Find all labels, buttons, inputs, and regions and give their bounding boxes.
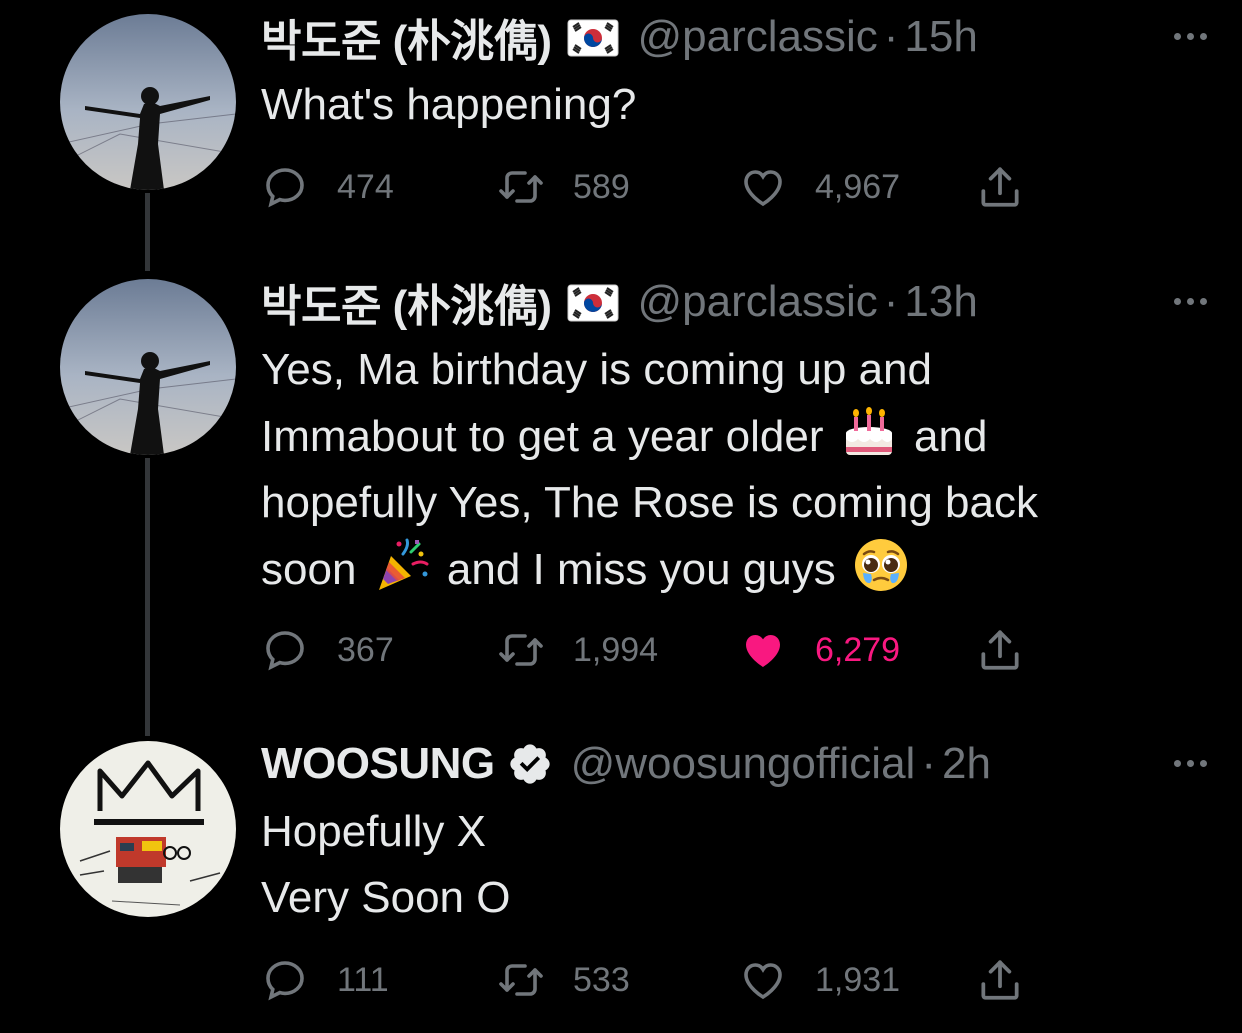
share-icon[interactable] xyxy=(975,162,1025,212)
heart-filled-icon xyxy=(746,635,780,667)
like-button[interactable]: 4,967 xyxy=(739,162,900,212)
separator-dot: · xyxy=(921,739,936,788)
retweet-count: 533 xyxy=(573,960,630,999)
action-bar: 111 533 1,931 xyxy=(261,955,1061,1005)
like-button[interactable]: 6,279 xyxy=(739,625,900,675)
tweet-text: Yes, Ma birthday is coming up and Immabo… xyxy=(261,337,1201,603)
reply-icon xyxy=(266,631,304,671)
display-name[interactable]: 박도준 (朴洮儁) xyxy=(261,270,552,334)
heart-icon xyxy=(744,170,782,207)
tweet-text-segment: Immabout to get a year older xyxy=(261,412,824,461)
verified-badge-icon xyxy=(507,741,553,787)
tweet[interactable]: WOOSUNG @woosungofficial · 2h Hopefully … xyxy=(0,727,1242,1027)
reply-icon xyxy=(266,168,304,208)
tweet-header: WOOSUNG @woosungofficial · 2h xyxy=(261,739,1202,789)
timestamp[interactable]: 2h xyxy=(942,739,991,789)
south-korea-flag-icon xyxy=(567,283,619,322)
like-count: 6,279 xyxy=(815,630,901,669)
reply-button[interactable]: 474 xyxy=(261,162,394,212)
share-icon[interactable] xyxy=(975,625,1025,675)
avatar[interactable] xyxy=(60,741,236,917)
action-bar: 367 1,994 6,279 xyxy=(261,625,1061,675)
tweet-text-line: Yes, Ma birthday is coming up and xyxy=(261,345,932,394)
retweet-count: 1,994 xyxy=(573,630,659,669)
separator-dot: · xyxy=(883,277,899,326)
reply-count: 111 xyxy=(337,960,389,999)
separator-dot: · xyxy=(883,12,899,61)
tweet[interactable]: 박도준 (朴洮儁) @parclassic · 13h Yes, Ma birt… xyxy=(0,265,1242,705)
heart-icon xyxy=(744,963,782,1000)
retweet-icon xyxy=(499,964,543,996)
tweet-text-line: Hopefully X xyxy=(261,807,487,856)
tweet-text-line: What's happening? xyxy=(261,80,637,129)
like-count: 4,967 xyxy=(815,167,901,206)
tweet-text-segment: and xyxy=(914,412,988,461)
tweet-text-line: Immabout to get a year older and xyxy=(261,403,1201,470)
tweet-text-line: Very Soon O xyxy=(261,873,511,922)
like-count: 1,931 xyxy=(815,960,901,999)
handle[interactable]: @parclassic xyxy=(637,277,877,327)
more-options-icon[interactable] xyxy=(1160,281,1220,321)
tweet-header: 박도준 (朴洮儁) @parclassic · 13h xyxy=(261,277,1202,331)
share-icon[interactable] xyxy=(975,955,1025,1005)
retweet-icon xyxy=(499,634,543,666)
avatar[interactable] xyxy=(60,14,236,190)
tweet-thread: 박도준 (朴洮儁) @parclassic · 15h What's happe… xyxy=(0,0,1242,1033)
tweet-header: 박도준 (朴洮儁) @parclassic · 15h xyxy=(261,12,1202,66)
retweet-count: 589 xyxy=(573,167,630,206)
tweet-text-line: soon and I miss you guys xyxy=(261,536,1201,603)
action-bar: 474 589 4,967 xyxy=(261,162,1061,212)
more-options-icon[interactable] xyxy=(1160,16,1220,56)
handle[interactable]: @parclassic xyxy=(637,12,877,62)
retweet-icon xyxy=(499,171,543,203)
reply-button[interactable]: 111 xyxy=(261,955,389,1005)
pleading-face-emoji xyxy=(852,536,910,594)
handle[interactable]: @woosungofficial xyxy=(571,739,916,789)
retweet-button[interactable]: 1,994 xyxy=(497,625,658,675)
timestamp[interactable]: 15h xyxy=(904,12,977,62)
tweet-text-segment: and I miss you guys xyxy=(446,545,836,594)
tweet-text-segment: soon xyxy=(261,545,357,594)
display-name[interactable]: 박도준 (朴洮儁) xyxy=(261,5,552,69)
reply-count: 367 xyxy=(337,630,394,669)
like-button[interactable]: 1,931 xyxy=(739,955,900,1005)
party-popper-emoji xyxy=(373,536,431,594)
reply-icon xyxy=(266,961,304,1001)
tweet-text: Hopefully X Very Soon O xyxy=(261,799,1201,931)
reply-count: 474 xyxy=(337,167,394,206)
timestamp[interactable]: 13h xyxy=(904,277,977,327)
avatar[interactable] xyxy=(60,279,236,455)
tweet[interactable]: 박도준 (朴洮儁) @parclassic · 15h What's happe… xyxy=(0,0,1242,230)
display-name[interactable]: WOOSUNG xyxy=(261,739,495,789)
retweet-button[interactable]: 589 xyxy=(497,162,630,212)
reply-button[interactable]: 367 xyxy=(261,625,394,675)
tweet-text-line: hopefully Yes, The Rose is coming back xyxy=(261,478,1038,527)
birthday-cake-emoji xyxy=(840,403,898,461)
tweet-text: What's happening? xyxy=(261,72,1201,138)
south-korea-flag-icon xyxy=(567,18,619,57)
retweet-button[interactable]: 533 xyxy=(497,955,630,1005)
more-options-icon[interactable] xyxy=(1160,743,1220,783)
